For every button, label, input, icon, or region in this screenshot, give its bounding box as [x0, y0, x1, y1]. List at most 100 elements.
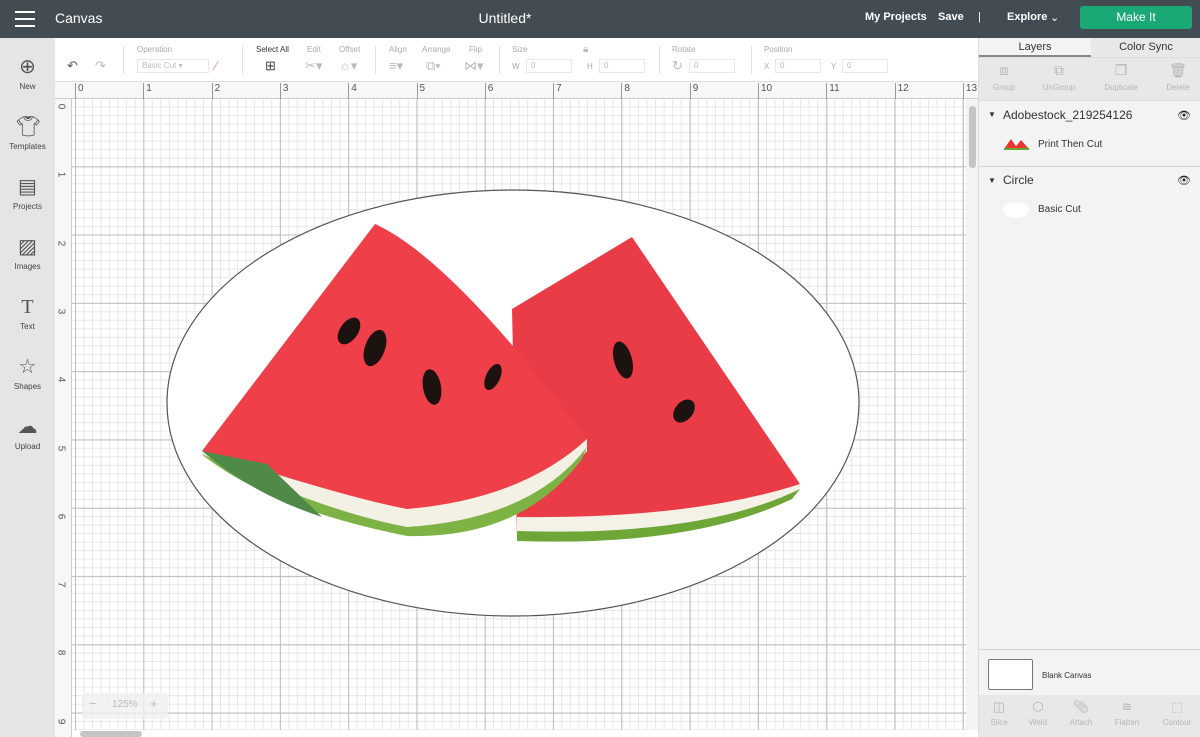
- layer-tools: ⧈ Group ⧉ UnGroup ❐ Duplicate 🗑︎ Delete: [979, 57, 1200, 101]
- edit-icon[interactable]: ✂▾: [305, 58, 322, 74]
- delete-button[interactable]: 🗑︎ Delete: [1153, 62, 1200, 92]
- vertical-scroll-thumb[interactable]: [969, 106, 976, 168]
- flatten-button[interactable]: ≋ Flatten: [1105, 699, 1149, 727]
- ruler-label: 1: [55, 172, 67, 178]
- y-input[interactable]: 0: [842, 59, 888, 73]
- design-canvas[interactable]: [72, 99, 966, 730]
- divider: [979, 166, 1200, 167]
- label: UnGroup: [1042, 83, 1076, 92]
- contour-button[interactable]: ⬚ Contour: [1155, 699, 1199, 727]
- ruler-label: 7: [55, 581, 67, 588]
- weld-icon: ⬡: [1032, 699, 1044, 714]
- ruler-label: 8: [55, 650, 67, 656]
- zoom-out-button[interactable]: −: [89, 696, 97, 711]
- bottom-tools: ◫ Slice ⬡ Weld 📎︎ Attach ≋ Flatten ⬚ Contour: [979, 695, 1200, 737]
- divider: [375, 46, 376, 74]
- offset-icon[interactable]: ☼▾: [339, 58, 357, 74]
- lock-icon[interactable]: 🔒︎: [583, 44, 588, 55]
- eye-icon[interactable]: 👁︎: [1177, 174, 1191, 187]
- rotate-value: 0: [694, 61, 699, 70]
- ruler-label: 4: [348, 83, 357, 99]
- horizontal-scroll-thumb[interactable]: [80, 731, 142, 737]
- sidebar-item-text[interactable]: T Text: [0, 294, 55, 331]
- group-button[interactable]: ⧈ Group: [979, 62, 1029, 92]
- save-button[interactable]: Save: [938, 11, 964, 23]
- linetype-color-icon[interactable]: ⁄: [215, 58, 217, 73]
- duplicate-icon: ❐: [1114, 62, 1128, 78]
- cloud-upload-icon: ☁: [17, 416, 38, 438]
- operation-select[interactable]: Basic Cut ▾: [137, 59, 209, 73]
- ruler-label: 0: [55, 103, 67, 110]
- flip-label: Flip: [469, 45, 482, 54]
- explore-button[interactable]: Explore: [1007, 11, 1047, 23]
- ruler-label: 0: [75, 83, 84, 99]
- document-title: Untitled*: [478, 10, 532, 26]
- eye-icon[interactable]: 👁︎: [1177, 109, 1191, 122]
- ruler-label: 13: [962, 83, 977, 99]
- divider: [979, 649, 1200, 650]
- label: Delete: [1166, 83, 1190, 92]
- layer-name: Circle: [1003, 173, 1034, 187]
- weld-button[interactable]: ⬡ Weld: [1016, 699, 1060, 727]
- ruler-label: 12: [894, 83, 909, 99]
- contour-icon: ⬚: [1170, 699, 1184, 714]
- left-ruler: 0 1 2 3 4 5 6 7 8 9: [55, 99, 72, 737]
- circle-thumbnail: [1003, 202, 1029, 218]
- sidebar-item-shapes[interactable]: ☆ Shapes: [0, 354, 55, 391]
- top-bar: Canvas Untitled* My Projects Save | Expl…: [0, 0, 1200, 38]
- flip-icon[interactable]: ⋈▾: [464, 58, 484, 74]
- height-input[interactable]: 0: [599, 59, 645, 73]
- redo-icon[interactable]: ↷: [95, 58, 106, 74]
- sidebar-item-templates[interactable]: 👕︎ Templates: [0, 114, 55, 151]
- ruler-label: 1: [143, 83, 152, 99]
- duplicate-button[interactable]: ❐ Duplicate: [1096, 62, 1146, 92]
- text-icon: T: [21, 296, 34, 318]
- label: Attach: [1069, 718, 1093, 727]
- blank-canvas-swatch[interactable]: [988, 659, 1033, 690]
- zoom-level: 125%: [112, 699, 138, 710]
- rotate-label: Rotate: [672, 45, 696, 54]
- attach-button[interactable]: 📎︎ Attach: [1059, 699, 1103, 727]
- caret-down-icon[interactable]: ▼: [988, 110, 996, 119]
- caret-down-icon[interactable]: ▼: [988, 176, 996, 185]
- tab-color-sync[interactable]: Color Sync: [1091, 38, 1200, 57]
- make-it-button[interactable]: Make It: [1080, 6, 1192, 29]
- select-all-icon[interactable]: ⊞: [265, 58, 276, 74]
- notebook-icon: ▤: [18, 176, 37, 198]
- label: Shapes: [13, 382, 42, 391]
- width-input[interactable]: 0: [526, 59, 572, 73]
- x-input[interactable]: 0: [775, 59, 821, 73]
- y-label: Y: [831, 62, 837, 71]
- divider: [123, 46, 124, 74]
- undo-icon[interactable]: ↶: [67, 58, 78, 74]
- edit-toolbar: ↶ ↷ Operation Basic Cut ▾ ⁄ Select All ⊞…: [55, 38, 978, 82]
- zoom-in-button[interactable]: +: [150, 696, 158, 711]
- sidebar-item-projects[interactable]: ▤ Projects: [0, 174, 55, 211]
- ungroup-button[interactable]: ⧉ UnGroup: [1034, 62, 1084, 92]
- label: Contour: [1162, 718, 1192, 727]
- w-label: W: [512, 62, 520, 71]
- label: Weld: [1028, 718, 1048, 727]
- x-value: 0: [780, 61, 785, 70]
- sidebar-item-upload[interactable]: ☁ Upload: [0, 414, 55, 451]
- zoom-control: − 125% +: [82, 693, 168, 719]
- arrange-icon[interactable]: ⧉▾: [426, 58, 441, 74]
- sidebar-item-new[interactable]: ⊕ New: [0, 54, 55, 91]
- my-projects-link[interactable]: My Projects: [865, 11, 927, 23]
- ruler-label: 8: [621, 83, 630, 99]
- ruler-label: 4: [55, 376, 67, 383]
- ruler-label: 2: [55, 240, 67, 246]
- align-icon[interactable]: ≡▾: [389, 58, 403, 74]
- arrange-label: Arrange: [422, 45, 451, 54]
- flatten-icon: ≋: [1121, 699, 1133, 714]
- canvas-artwork: [166, 189, 860, 617]
- sidebar-item-images[interactable]: ▨ Images: [0, 234, 55, 271]
- group-icon: ⧈: [999, 62, 1009, 78]
- operation-label: Operation: [137, 45, 173, 54]
- slice-button[interactable]: ◫ Slice: [977, 699, 1021, 727]
- x-label: X: [764, 62, 770, 71]
- vertical-scrollbar[interactable]: [966, 99, 978, 730]
- tab-layers[interactable]: Layers: [979, 38, 1091, 57]
- label: Slice: [990, 718, 1008, 727]
- rotate-input[interactable]: 0: [689, 59, 735, 73]
